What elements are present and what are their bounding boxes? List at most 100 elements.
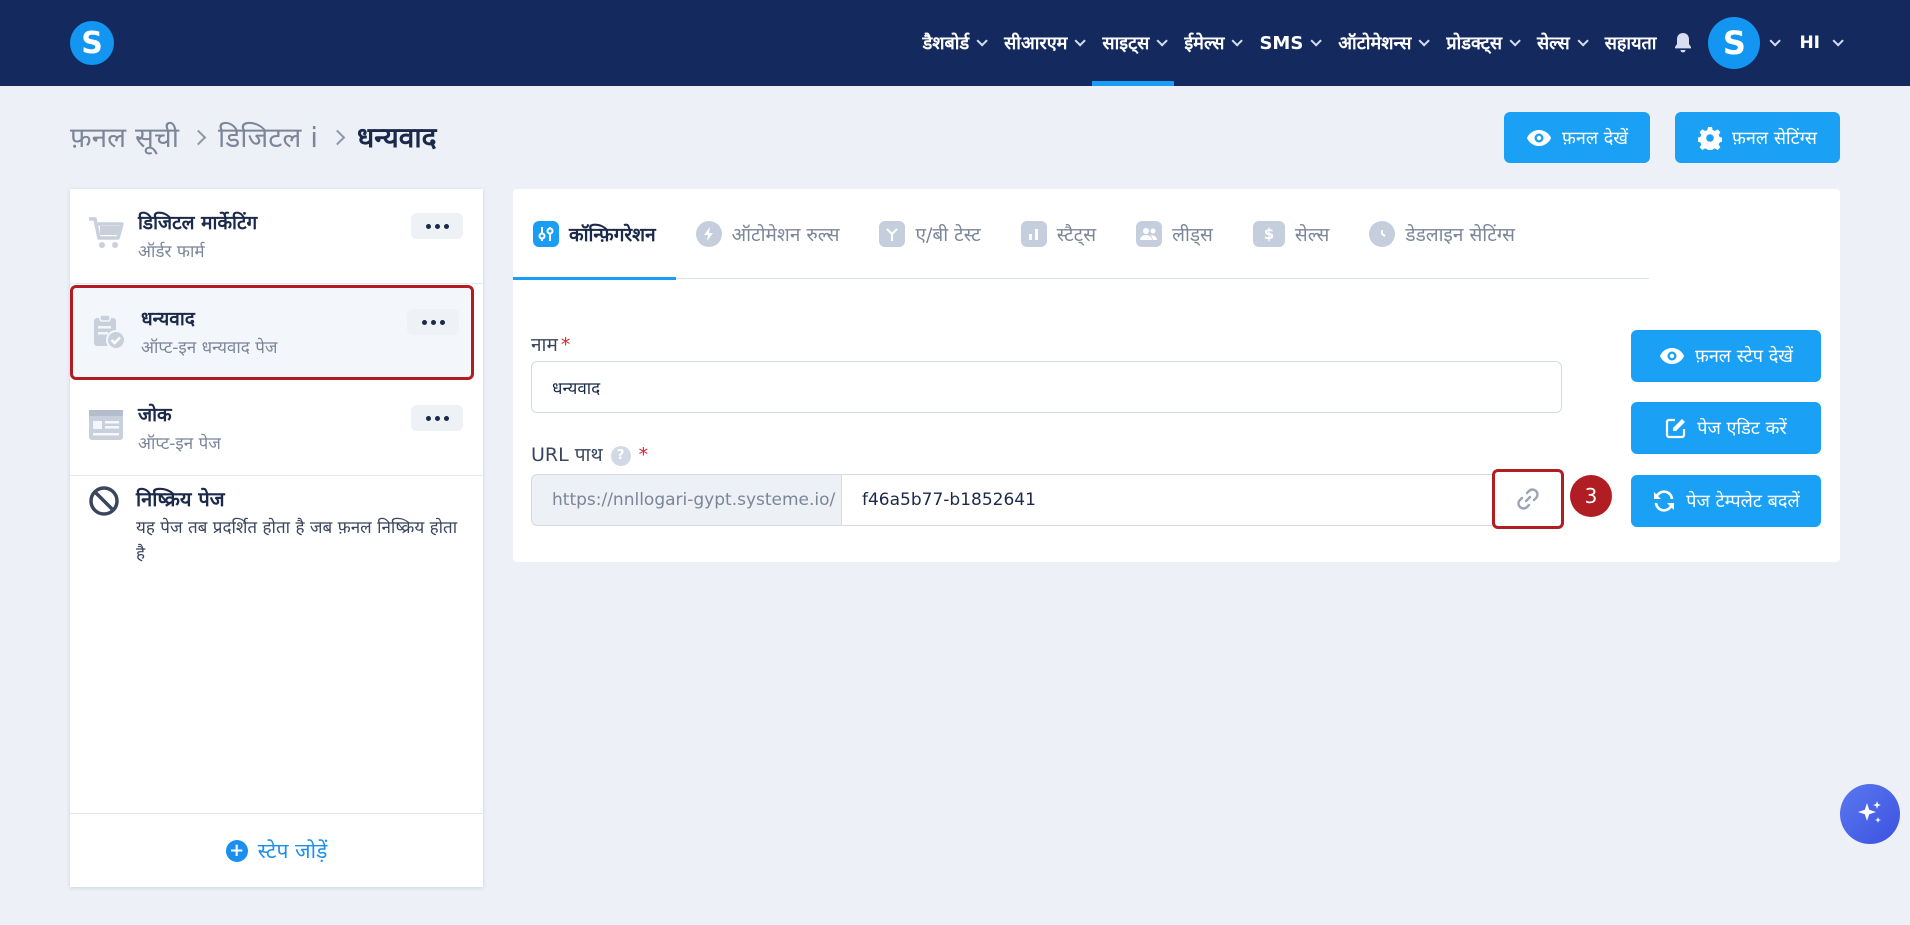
more-options-button[interactable] bbox=[411, 213, 463, 239]
more-options-button[interactable] bbox=[407, 309, 459, 335]
chevron-down-icon[interactable] bbox=[1769, 35, 1782, 47]
edit-page-button[interactable]: पेज एडिट करें bbox=[1631, 402, 1821, 454]
breadcrumb: फ़नल सूची डिजिटल i धन्यवाद bbox=[70, 118, 436, 156]
clock-icon bbox=[1369, 221, 1396, 247]
required-mark: * bbox=[638, 444, 649, 466]
main-nav: डैशबोर्ड सीआरएम साइट्स ईमेल्स SMS ऑटोमेश… bbox=[913, 0, 1844, 86]
funnel-steps-panel: डिजिटल मार्केटिंग ऑर्डर फार्म धन्यवाद ऑप… bbox=[70, 189, 483, 887]
edit-icon bbox=[1666, 418, 1686, 439]
sliders-icon bbox=[533, 221, 559, 247]
clipboard-check-icon bbox=[89, 312, 129, 352]
nav-item-products[interactable]: प्रोडक्ट्स bbox=[1436, 0, 1527, 86]
more-options-button[interactable] bbox=[411, 405, 463, 431]
help-icon[interactable]: ? bbox=[610, 445, 631, 466]
form-page-icon bbox=[86, 405, 126, 445]
step-title: धन्यवाद bbox=[141, 308, 195, 330]
chevron-down-icon bbox=[1509, 35, 1521, 47]
nav-label: डैशबोर्ड bbox=[922, 33, 970, 54]
name-field-label: नाम * bbox=[531, 331, 570, 357]
funnel-settings-button[interactable]: फ़नल सेटिंग्स bbox=[1675, 112, 1840, 163]
button-label: फ़नल सेटिंग्स bbox=[1732, 127, 1817, 149]
tab-automation-rules[interactable]: ऑटोमेशन रुल्स bbox=[676, 189, 860, 279]
button-label: पेज एडिट करें bbox=[1697, 418, 1787, 439]
tab-configuration[interactable]: कॉन्फ़िगरेशन bbox=[513, 189, 676, 280]
nav-item-help[interactable]: सहायता bbox=[1595, 0, 1667, 86]
tab-ab-test[interactable]: ए/बी टेस्ट bbox=[859, 189, 1000, 279]
language-selector[interactable]: HI bbox=[1799, 33, 1844, 53]
step-subtitle: ऑर्डर फार्म bbox=[138, 242, 205, 262]
split-icon bbox=[879, 221, 906, 247]
breadcrumb-funnel[interactable]: डिजिटल i bbox=[218, 118, 318, 156]
button-label: पेज टेम्पलेट बदलें bbox=[1686, 491, 1800, 512]
nav-item-sites[interactable]: साइट्स bbox=[1092, 0, 1175, 86]
tab-deadline-settings[interactable]: डेडलाइन सेटिंग्स bbox=[1349, 189, 1535, 279]
tab-label: लीड्स bbox=[1172, 224, 1213, 246]
inactive-page-description: यह पेज तब प्रदर्शित होता है जब फ़नल निष्… bbox=[136, 518, 458, 564]
nav-item-dashboard[interactable]: डैशबोर्ड bbox=[913, 0, 994, 86]
url-path-label: URL पाथ? * bbox=[531, 441, 648, 467]
nav-item-crm[interactable]: सीआरएम bbox=[994, 0, 1092, 86]
change-template-button[interactable]: पेज टेम्पलेट बदलें bbox=[1631, 475, 1821, 527]
bell-icon[interactable] bbox=[1672, 32, 1694, 54]
step-title: डिजिटल मार्केटिंग bbox=[138, 212, 258, 234]
plus-circle-icon: + bbox=[225, 839, 248, 862]
tab-label: स्टैट्स bbox=[1056, 224, 1097, 246]
button-label: फ़नल देखें bbox=[1561, 127, 1629, 149]
view-funnel-step-button[interactable]: फ़नल स्टेप देखें bbox=[1631, 330, 1821, 382]
breadcrumb-current-step: धन्यवाद bbox=[357, 121, 437, 154]
bar-chart-icon bbox=[1020, 221, 1047, 247]
chevron-down-icon bbox=[1310, 35, 1323, 47]
top-navigation-bar: S डैशबोर्ड सीआरएम साइट्स ईमेल्स SMS ऑटोम… bbox=[0, 0, 1910, 86]
funnel-step-item[interactable]: जोक ऑप्ट-इन पेज bbox=[70, 381, 483, 476]
tab-label: ऑटोमेशन रुल्स bbox=[731, 224, 840, 246]
chevron-right-icon bbox=[190, 129, 207, 145]
url-prefix: https://nnllogari-gypt.systeme.io/ bbox=[531, 474, 842, 526]
tab-bar: कॉन्फ़िगरेशन ऑटोमेशन रुल्स ए/बी टेस्ट स्… bbox=[513, 189, 1649, 280]
avatar[interactable]: S bbox=[1708, 17, 1761, 69]
nav-item-automations[interactable]: ऑटोमेशन्स bbox=[1328, 0, 1436, 86]
nav-label: सहायता bbox=[1604, 33, 1657, 54]
inactive-page-title: निष्क्रिय पेज bbox=[136, 487, 225, 511]
label-text: URL पाथ bbox=[531, 444, 603, 466]
nav-item-sms[interactable]: SMS bbox=[1249, 0, 1328, 86]
breadcrumb-funnel-list[interactable]: फ़नल सूची bbox=[70, 118, 179, 156]
ban-icon bbox=[88, 485, 120, 521]
label-text: नाम bbox=[531, 334, 558, 356]
funnel-step-item-selected[interactable]: धन्यवाद ऑप्ट-इन धन्यवाद पेज bbox=[70, 285, 474, 380]
funnel-step-item[interactable]: डिजिटल मार्केटिंग ऑर्डर फार्म bbox=[70, 189, 483, 284]
chevron-down-icon bbox=[1577, 35, 1589, 47]
chevron-down-icon bbox=[1231, 35, 1244, 47]
tab-label: डेडलाइन सेटिंग्स bbox=[1405, 224, 1515, 246]
nav-item-sales[interactable]: सेल्स bbox=[1527, 0, 1595, 86]
nav-label: सीआरएम bbox=[1004, 33, 1068, 54]
button-label: फ़नल स्टेप देखें bbox=[1694, 346, 1794, 367]
chevron-down-icon bbox=[1156, 35, 1169, 47]
tab-leads[interactable]: लीड्स bbox=[1116, 189, 1233, 279]
ai-assistant-button[interactable] bbox=[1840, 784, 1900, 844]
name-input[interactable]: धन्यवाद bbox=[531, 361, 1562, 413]
tab-label: कॉन्फ़िगरेशन bbox=[569, 224, 656, 246]
add-step-button[interactable]: + स्टेप जोड़ें bbox=[70, 813, 483, 887]
cart-icon bbox=[86, 213, 126, 253]
nav-label: SMS bbox=[1259, 32, 1304, 54]
url-slug-input[interactable]: f46a5b77-b1852641 bbox=[842, 474, 1502, 526]
dollar-icon: $ bbox=[1252, 221, 1285, 247]
tab-stats[interactable]: स्टैट्स bbox=[1001, 189, 1116, 279]
nav-item-emails[interactable]: ईमेल्स bbox=[1174, 0, 1249, 86]
tab-sales[interactable]: $ सेल्स bbox=[1233, 189, 1350, 279]
users-icon bbox=[1136, 221, 1163, 247]
nav-label: ऑटोमेशन्स bbox=[1338, 33, 1412, 54]
chevron-right-icon bbox=[329, 129, 346, 145]
nav-label: साइट्स bbox=[1102, 33, 1150, 54]
step-number-badge: 3 bbox=[1570, 475, 1612, 517]
chevron-down-icon bbox=[1418, 35, 1431, 47]
copy-link-button[interactable] bbox=[1492, 469, 1564, 529]
view-funnel-button[interactable]: फ़नल देखें bbox=[1504, 112, 1650, 163]
step-settings-panel: कॉन्फ़िगरेशन ऑटोमेशन रुल्स ए/बी टेस्ट स्… bbox=[513, 189, 1840, 562]
nav-label: सेल्स bbox=[1537, 33, 1570, 54]
logo[interactable]: S bbox=[70, 21, 114, 65]
required-mark: * bbox=[560, 334, 571, 356]
eye-icon bbox=[1526, 129, 1551, 146]
refresh-icon bbox=[1654, 490, 1675, 512]
tab-label: सेल्स bbox=[1294, 224, 1330, 246]
